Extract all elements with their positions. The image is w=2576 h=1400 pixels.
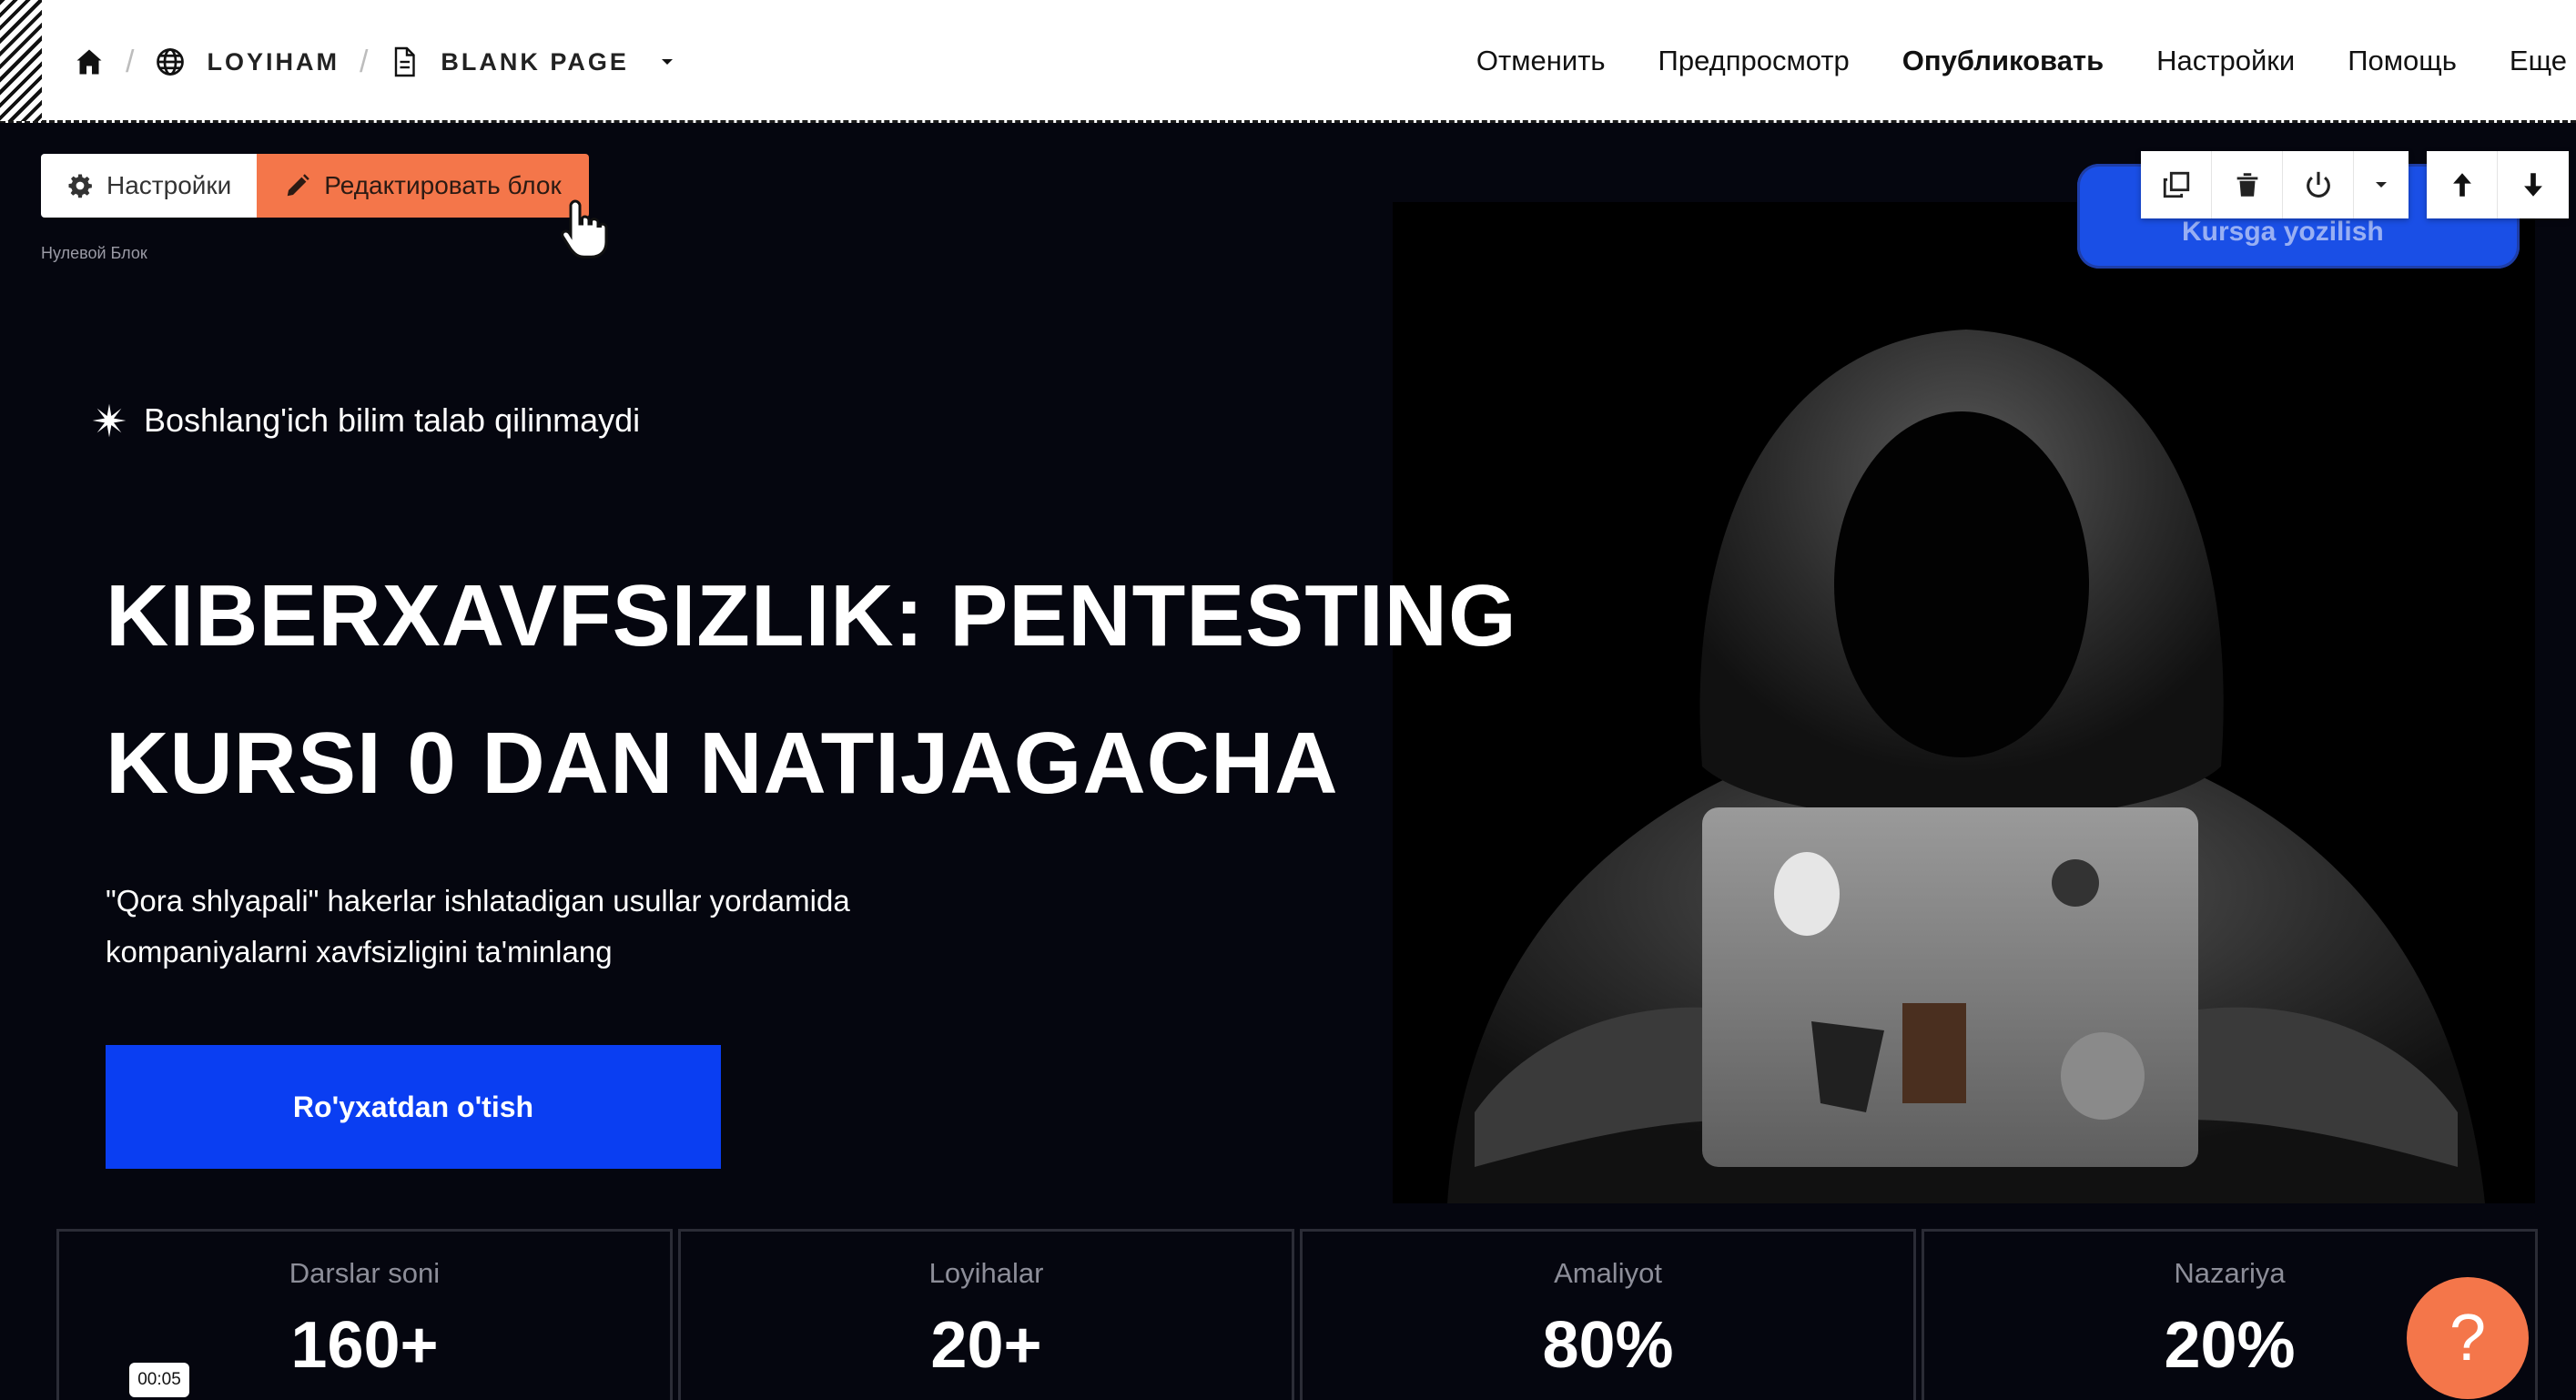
breadcrumb-separator: / [126,44,135,79]
delete-block-button[interactable] [2212,151,2283,218]
stats-row: Darslar soni 160+ Loyihalar 20+ Amaliyot… [56,1229,2538,1400]
hero-subtext: "Qora shlyapali" hakerlar ishlatadigan u… [106,876,1016,978]
dropdown-icon [2376,182,2387,188]
hero-tagline: Boshlang'ich bilim talab qilinmaydi [91,401,640,440]
document-icon [395,46,416,77]
video-timer: 00:05 [129,1363,189,1397]
block-tools: Настройки Редактировать блок [41,154,589,218]
arrow-down-icon [2524,173,2542,197]
hero-top-button-label: Kursga yozilish [2182,217,2384,247]
move-down-button[interactable] [2498,151,2569,218]
block-toolbar: Kursga yozilish [2077,151,2569,269]
hero-block[interactable]: Настройки Редактировать блок Нулевой Бло… [0,124,2576,1400]
power-icon [2306,171,2330,198]
toggle-block-button[interactable] [2283,151,2354,218]
brand-pattern [0,0,42,121]
publish-button[interactable]: Опубликовать [1902,45,2104,77]
headline-line-1: KIBERXAVFSIZLIK: PENTESTING [106,567,1517,664]
hacker-photo [1393,202,2535,1203]
topbar-nav: Отменить Предпросмотр Опубликовать Настр… [1476,36,2567,86]
help-button[interactable]: ? [2407,1277,2529,1399]
chevron-down-icon[interactable] [656,51,678,73]
stat-label: Loyihalar [928,1257,1044,1289]
edit-block-label: Редактировать блок [324,171,562,199]
subtext-line-2: kompaniyalarni xavfsizligini ta'minlang [106,935,613,969]
duplicate-block-button[interactable] [2141,151,2212,218]
question-icon: ? [2449,1302,2487,1375]
preview-button[interactable]: Предпросмотр [1658,45,1850,77]
block-settings-button[interactable]: Настройки [41,154,258,218]
editor-topbar: / LOYIHAM / BLANK PAGE Отменить Предпрос… [0,0,2576,123]
breadcrumb-page[interactable]: BLANK PAGE [441,48,629,76]
block-actions-group [2141,151,2409,218]
breadcrumb-separator: / [359,44,369,79]
stat-value: 80% [1542,1309,1674,1382]
cancel-button[interactable]: Отменить [1476,45,1606,77]
trash-icon [2236,173,2257,197]
stat-card: Loyihalar 20+ [678,1229,1294,1400]
breadcrumb-project[interactable]: LOYIHAM [207,48,340,76]
breadcrumb: / LOYIHAM / BLANK PAGE [73,40,678,84]
help-link[interactable]: Помощь [2348,45,2457,77]
hero-headline: KIBERXAVFSIZLIK: PENTESTING KURSI 0 DAN … [106,543,1517,837]
block-more-dropdown[interactable] [2354,151,2409,218]
stat-card: Amaliyot 80% [1300,1229,1916,1400]
hand-cursor-icon [561,199,608,259]
block-type-caption: Нулевой Блок [41,244,147,262]
stat-label: Darslar soni [289,1257,441,1289]
headline-line-2: KURSI 0 DAN NATIJAGACHA [106,715,1339,812]
block-move-group [2427,151,2569,218]
gear-icon [68,174,92,198]
duplicate-icon [2163,171,2189,198]
sparkle-icon [92,403,127,438]
subtext-line-1: "Qora shlyapali" hakerlar ishlatadigan u… [106,884,850,918]
tagline-text: Boshlang'ich bilim talab qilinmaydi [144,401,641,439]
settings-button[interactable]: Настройки [2156,45,2295,77]
more-button[interactable]: Еще [2510,45,2567,77]
arrow-up-icon [2452,173,2471,197]
block-settings-label: Настройки [106,171,232,199]
home-icon[interactable] [73,46,106,78]
pencil-icon [288,174,310,197]
register-button[interactable]: Ro'yxatdan o'tish [106,1045,721,1169]
edit-block-button[interactable]: Редактировать блок [257,154,589,218]
globe-icon [157,48,185,76]
stat-value: 20+ [930,1309,1042,1382]
move-up-button[interactable] [2427,151,2498,218]
stat-label: Amaliyot [1554,1257,1662,1289]
